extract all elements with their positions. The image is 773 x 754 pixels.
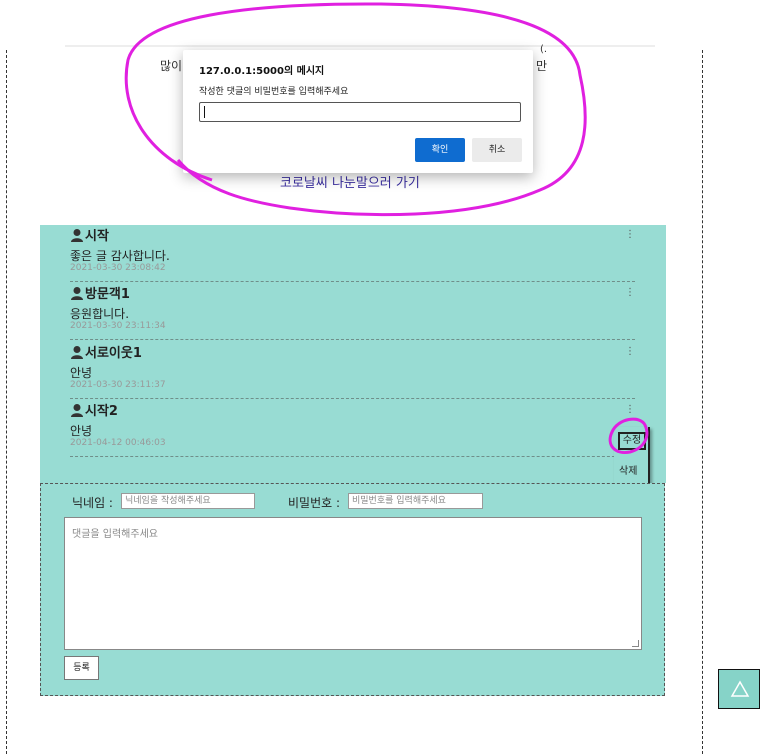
dialog-title: 127.0.0.1:5000의 메시지 xyxy=(199,66,325,77)
nickname-input[interactable]: 닉네임을 작성해주세요 xyxy=(121,493,255,509)
dialog-ok-button[interactable]: 확인 xyxy=(415,138,465,162)
dialog-message: 작성한 댓글의 비밀번호를 입력해주세요 xyxy=(199,87,349,97)
resize-grip-icon[interactable] xyxy=(632,640,639,647)
comment-date: 2021-03-30 23:08:42 xyxy=(70,263,166,273)
submit-button[interactable]: 등록 xyxy=(64,656,99,680)
user-icon xyxy=(71,404,83,417)
password-label: 비밀번호 : xyxy=(288,496,341,510)
comment-item: 방문객1 응원합니다. 2021-03-30 23:11:34 ⋮ xyxy=(70,283,635,340)
comment-item: 시작2 안녕 2021-04-12 00:46:03 ⋮ xyxy=(70,400,635,457)
comment-date: 2021-03-30 23:11:37 xyxy=(70,380,166,390)
comment-menu-button[interactable]: ⋮ xyxy=(625,229,635,240)
content-border-right xyxy=(702,50,703,754)
comment-author-name: 시작2 xyxy=(85,404,118,419)
nickname-label: 닉네임 : xyxy=(72,496,113,510)
scroll-to-top-button[interactable] xyxy=(718,669,760,709)
divider xyxy=(65,45,655,47)
comment-item: 서로이웃1 안녕 2021-03-30 23:11:37 ⋮ xyxy=(70,342,635,399)
comment-text: 안녕 xyxy=(70,366,93,380)
post-text-partial-right: 만 xyxy=(536,59,548,73)
triangle-up-icon xyxy=(730,680,750,697)
comment-author-name: 서로이웃1 xyxy=(85,346,142,361)
user-icon xyxy=(71,229,83,242)
dialog-cancel-button[interactable]: 취소 xyxy=(472,138,522,162)
comment-author-name: 시작 xyxy=(85,229,109,244)
post-link[interactable]: 코로날씨 나눈말으러 가기 xyxy=(280,172,420,191)
delete-comment-button[interactable]: 삭제 xyxy=(619,462,637,477)
comment-menu-button[interactable]: ⋮ xyxy=(625,346,635,357)
comment-list: 시작 좋은 글 감사합니다. 2021-03-30 23:08:42 ⋮ 방문객… xyxy=(40,225,666,483)
comment-context-menu: 수정 삭제 xyxy=(614,427,650,485)
comment-menu-button[interactable]: ⋮ xyxy=(625,404,635,415)
user-icon xyxy=(71,346,83,359)
comment-author-name: 방문객1 xyxy=(85,287,130,302)
comment-text: 좋은 글 감사합니다. xyxy=(70,249,170,263)
top-bar xyxy=(0,0,773,50)
comment-item: 시작 좋은 글 감사합니다. 2021-03-30 23:08:42 ⋮ xyxy=(70,225,635,282)
comment-date: 2021-03-30 23:11:34 xyxy=(70,321,166,331)
prompt-dialog: 127.0.0.1:5000의 메시지 작성한 댓글의 비밀번호를 입력해주세요… xyxy=(183,50,533,173)
content-border-left xyxy=(6,50,7,754)
comment-author: 시작 xyxy=(70,225,109,244)
comment-author: 방문객1 xyxy=(70,283,130,302)
edit-comment-button[interactable]: 수정 xyxy=(618,432,646,450)
password-input[interactable]: 비밀번호를 입력해주세요 xyxy=(348,493,483,509)
comment-author: 서로이웃1 xyxy=(70,342,142,361)
comment-author: 시작2 xyxy=(70,400,118,419)
comment-menu-button[interactable]: ⋮ xyxy=(625,287,635,298)
user-icon xyxy=(71,287,83,300)
comment-textarea-placeholder: 댓글을 입력해주세요 xyxy=(72,529,158,540)
comment-text: 응원합니다. xyxy=(70,307,130,321)
dialog-password-input[interactable] xyxy=(199,102,521,122)
comment-textarea[interactable]: 댓글을 입력해주세요 xyxy=(64,517,642,650)
comment-text: 안녕 xyxy=(70,424,93,438)
post-text-partial-left: 많이 xyxy=(160,59,183,73)
text-caret xyxy=(204,106,205,118)
comment-date: 2021-04-12 00:46:03 xyxy=(70,438,166,448)
post-text-corner: (. xyxy=(540,44,548,55)
comment-form: 닉네임 : 닉네임을 작성해주세요 비밀번호 : 비밀번호를 입력해주세요 댓글… xyxy=(40,483,665,696)
